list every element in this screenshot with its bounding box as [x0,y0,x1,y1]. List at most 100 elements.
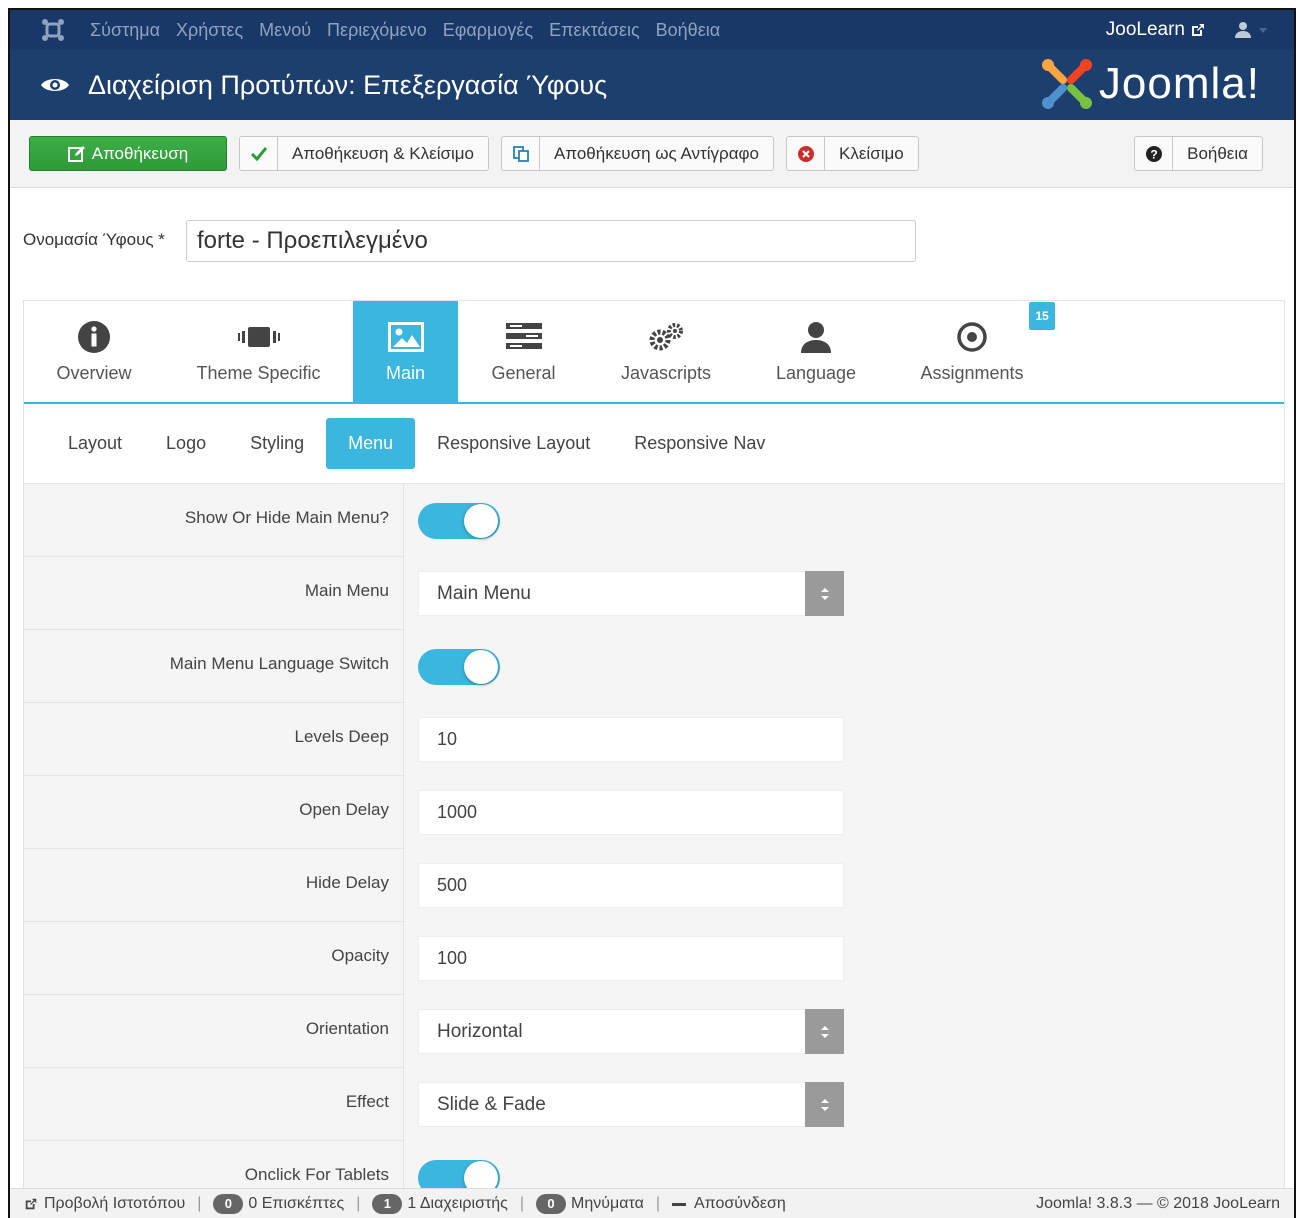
effect-select[interactable]: Slide & Fade [418,1082,844,1127]
subtab-logo[interactable]: Logo [144,418,228,469]
menu-components[interactable]: Εφαρμογές [443,20,533,41]
tab-language-label: Language [775,363,857,383]
menu-content[interactable]: Περιεχόμενο [327,20,427,41]
menu-system[interactable]: Σύστημα [90,20,160,41]
messages-count-badge: 0 [536,1193,567,1214]
divider: | [356,1194,361,1212]
minus-icon [671,1202,686,1206]
subtab-menu[interactable]: Menu [326,418,416,469]
divider: | [197,1194,202,1212]
visitors-count-badge: 0 [213,1193,244,1214]
joomla-menu-icon[interactable] [40,17,66,43]
main-menu-select[interactable]: Main Menu [418,571,844,616]
close-label: Κλείσιμο [839,143,904,163]
open-delay-input[interactable]: 1000 [418,790,844,835]
view-site-link[interactable]: Προβολή Ιστοτόπου [24,1195,185,1213]
form-row-levels: Levels Deep 10 [24,703,1284,776]
orientation-select[interactable]: Horizontal [418,1009,844,1054]
edit-icon [67,137,86,170]
version-text: Joomla! 3.8.3 — © 2018 JooLearn [1036,1194,1280,1212]
divider: | [655,1194,660,1212]
subtab-layout[interactable]: Layout [46,418,144,469]
menu-menus[interactable]: Μενού [259,20,311,41]
visitors-link[interactable]: 0 0 Επισκέπτες [213,1193,345,1214]
page-header: Διαχείριση Προτύπων: Επεξεργασία Ύφους J… [10,50,1294,120]
divider: | [519,1194,525,1212]
style-name-row: Ονομασία Ύφους * [10,188,1294,300]
image-icon [387,319,424,355]
form-row-hide-delay: Hide Delay 500 [24,849,1284,922]
hide-delay-input[interactable]: 500 [418,863,844,908]
show-hide-toggle[interactable] [418,502,500,539]
effect-value: Slide & Fade [437,1093,546,1115]
sub-tabs: Layout Logo Styling Menu Responsive Layo… [24,404,1284,484]
tab-language[interactable]: Language [743,301,889,402]
tab-javascripts[interactable]: Javascripts [589,301,743,402]
tab-general[interactable]: General [458,301,589,402]
tab-main[interactable]: Main [353,301,458,402]
messages-link[interactable]: 0 Μηνύματα [536,1193,644,1214]
external-link-icon [25,1198,37,1209]
toggle-knob [464,503,498,538]
save-copy-button[interactable]: Αποθήκευση ως Αντίγραφο [501,136,775,171]
form-row-main-menu: Main Menu Main Menu [24,557,1284,630]
subtab-styling[interactable]: Styling [228,418,326,469]
admins-link[interactable]: 1 1 Διαχειριστής [372,1193,508,1214]
open-delay-label: Open Delay [24,776,404,849]
joomla-logo-text: Joomla! [1098,59,1260,108]
save-copy-label: Αποθήκευση ως Αντίγραφο [554,143,760,163]
admins-count-badge: 1 [372,1193,403,1214]
close-button[interactable]: Κλείσιμο [786,136,919,171]
form-row-opacity: Opacity 100 [24,922,1284,995]
lang-switch-label: Main Menu Language Switch [24,630,404,703]
check-icon [240,137,278,170]
opacity-input[interactable]: 100 [418,936,844,981]
levels-input[interactable]: 10 [418,717,844,762]
save-button[interactable]: Αποθήκευση [29,136,227,171]
form-row-open-delay: Open Delay 1000 [24,776,1284,849]
tab-theme-specific[interactable]: Theme Specific [164,301,353,402]
site-link-label: JooLearn [1105,19,1185,40]
user-icon [799,319,833,355]
admins-label: 1 Διαχειριστής [407,1194,508,1212]
page-title: Διαχείριση Προτύπων: Επεξεργασία Ύφους [88,69,608,100]
main-menu-label: Main Menu [24,557,404,630]
menu-help[interactable]: Βοήθεια [656,20,720,41]
help-button[interactable]: ? Βοήθεια [1134,136,1263,171]
lang-switch-toggle[interactable] [418,648,500,685]
menu-users[interactable]: Χρήστες [176,20,243,41]
target-icon [956,319,988,355]
list-icon [505,319,542,355]
style-name-input[interactable] [186,220,916,262]
gears-icon [648,319,684,355]
tab-overview[interactable]: Overview [24,301,164,402]
menu-extensions[interactable]: Επεκτάσεις [549,20,640,41]
site-link[interactable]: JooLearn [1106,19,1206,41]
form-row-show-hide: Show Or Hide Main Menu? [24,484,1284,557]
info-icon [77,319,111,355]
status-bar: Προβολή Ιστοτόπου | 0 0 Επισκέπτες | 1 1… [10,1188,1294,1218]
visitors-label: 0 Επισκέπτες [248,1194,345,1212]
subtab-responsive-layout[interactable]: Responsive Layout [415,418,612,469]
navbar-right: JooLearn [1106,19,1294,41]
orientation-label: Orientation [24,995,404,1068]
form-row-orientation: Orientation Horizontal [24,995,1284,1068]
select-arrows-icon [805,1082,844,1127]
effect-label: Effect [24,1068,404,1141]
save-close-button[interactable]: Αποθήκευση & Κλείσιμο [239,136,490,171]
logout-link[interactable]: Αποσύνδεση [671,1195,786,1213]
hide-delay-label: Hide Delay [24,849,404,922]
subtab-responsive-nav[interactable]: Responsive Nav [612,418,787,469]
user-menu[interactable] [1234,21,1268,39]
close-circle-icon [787,137,826,170]
copy-icon [502,137,541,170]
save-close-label: Αποθήκευση & Κλείσιμο [292,143,475,163]
main-menu-value: Main Menu [437,582,531,604]
options-panel: Overview Theme Specific Main General Jav… [23,300,1285,1218]
svg-text:?: ? [1150,147,1157,161]
joomla-logo-icon [1041,59,1092,109]
tab-overview-label: Overview [56,363,132,383]
eye-icon [40,75,70,95]
film-icon [237,319,280,355]
orientation-value: Horizontal [437,1020,523,1042]
